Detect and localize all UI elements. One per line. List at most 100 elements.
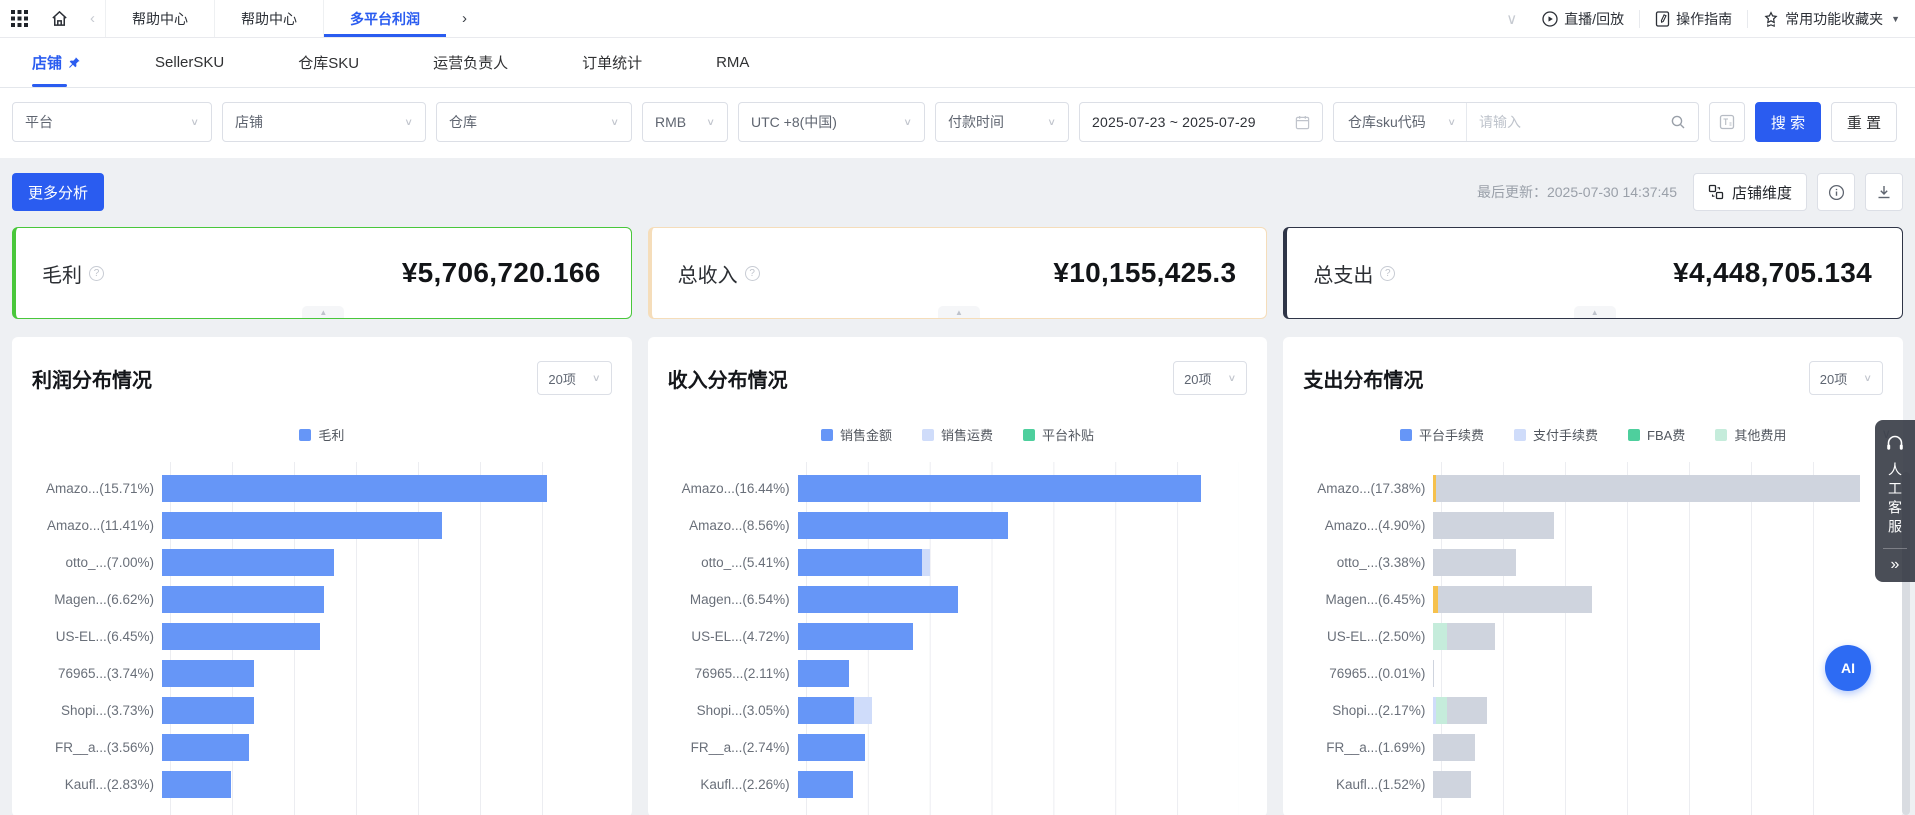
bar-row: Amazo...(16.44%) [668,470,1248,507]
bar-track [162,475,604,502]
legend-label: 销售金额 [840,425,892,444]
tab-forward-icon[interactable]: › [446,0,483,37]
legend-label: 销售运费 [941,425,993,444]
bar-row: Kaufl...(1.52%) [1303,766,1883,803]
operation-guide-button[interactable]: 操作指南 [1640,9,1747,29]
download-button[interactable] [1865,173,1903,211]
favorites-button[interactable]: 常用功能收藏夹 ▼ [1748,9,1915,29]
top-bar: ‹ 帮助中心 帮助中心 多平台利润 › ∨ 直播/回放 操作指南 常用功能收藏夹… [0,0,1915,38]
legend-label: FBA费 [1647,425,1685,444]
legend-item[interactable]: FBA费 [1628,425,1685,444]
bar-track [1433,586,1875,613]
collapse-arrow-icon[interactable]: ▲ [938,306,980,318]
search-button[interactable]: 搜 索 [1755,102,1821,142]
page-tab-active[interactable]: 多平台利润 [323,0,446,37]
tab-back-icon[interactable]: ‹ [80,0,105,37]
currency-select[interactable]: RMB∨ [642,102,728,142]
help-icon[interactable]: ? [1380,266,1395,281]
platform-select[interactable]: 平台∨ [12,102,212,142]
chevron-down-icon: ∨ [1047,116,1056,127]
operation-guide-label: 操作指南 [1676,9,1732,29]
download-icon [1876,184,1892,200]
reset-button[interactable]: 重 置 [1831,102,1897,142]
bar-segment [162,697,254,724]
help-icon[interactable]: ? [89,266,104,281]
last-update-text: 最后更新：2025-07-30 14:37:45 [1477,182,1677,202]
help-icon[interactable]: ? [745,266,760,281]
bar-segment [1436,475,1860,502]
bar-segment [1438,586,1592,613]
bar-track [1433,697,1875,724]
top-bar-left: ‹ [0,0,105,37]
collapse-arrow-icon[interactable]: ▲ [302,306,344,318]
sku-type-select[interactable]: 仓库sku代码 ∨ [1334,103,1466,141]
info-button[interactable] [1817,173,1855,211]
search-icon[interactable] [1670,114,1686,130]
bar-track [162,586,604,613]
collapse-arrow-icon[interactable]: ▲ [1574,306,1616,318]
calendar-icon [1295,115,1310,130]
page-tab-1[interactable]: 帮助中心 [105,0,214,37]
bar-segment [854,697,872,724]
metric-label-text: 毛利 [42,259,82,288]
items-count-select[interactable]: 20项∨ [537,361,611,395]
tab-rma[interactable]: RMA [716,38,749,87]
batch-input-button[interactable] [1709,102,1745,142]
legend-swatch-icon [1400,429,1412,441]
divider [1883,548,1907,549]
date-range-picker[interactable]: 2025-07-23 ~ 2025-07-29 [1079,102,1323,142]
tab-sellersku[interactable]: SellerSKU [155,38,224,87]
customer-service-widget[interactable]: 人工客服 » [1875,420,1915,582]
legend-item[interactable]: 销售金额 [821,425,892,444]
legend-item[interactable]: 其他费用 [1715,425,1786,444]
collapse-right-icon[interactable]: » [1891,551,1900,578]
guide-doc-icon [1655,11,1670,27]
bar-track [1433,660,1875,687]
legend-item[interactable]: 支付手续费 [1514,425,1598,444]
bar-row: Amazo...(17.38%) [1303,470,1883,507]
sku-search-input[interactable] [1479,114,1662,130]
legend-item[interactable]: 销售运费 [922,425,993,444]
batch-text-icon [1719,114,1735,130]
legend-label: 平台手续费 [1419,425,1484,444]
bar-segment [162,475,547,502]
bar-segment [798,771,853,798]
bar-label: Magen...(6.45%) [1303,592,1433,607]
apps-menu-button[interactable] [0,0,39,37]
bar-segment [798,549,922,576]
timezone-select[interactable]: UTC +8(中国)∨ [738,102,925,142]
bar-track [798,771,1240,798]
tab-order-stats[interactable]: 订单统计 [582,38,642,87]
tab-warehouse-sku[interactable]: 仓库SKU [298,38,359,87]
home-button[interactable] [39,0,80,37]
legend-item[interactable]: 平台补贴 [1023,425,1094,444]
bar-row: otto_...(5.41%) [668,544,1248,581]
pin-icon[interactable] [67,56,81,70]
items-count-select[interactable]: 20项∨ [1173,361,1247,395]
legend-label: 其他费用 [1734,425,1786,444]
bar-track [162,771,604,798]
tab-operator[interactable]: 运营负责人 [433,38,508,87]
bar-label: Amazo...(8.56%) [668,518,798,533]
more-analysis-button[interactable]: 更多分析 [12,173,104,211]
tab-shop[interactable]: 店铺 [32,38,81,87]
tab-label: 运营负责人 [433,52,508,73]
bar-segment [798,734,865,761]
live-playback-button[interactable]: 直播/回放 [1527,9,1639,29]
shop-select[interactable]: 店铺∨ [222,102,426,142]
legend-item[interactable]: 平台手续费 [1400,425,1484,444]
bar-row: otto_...(7.00%) [32,544,612,581]
page-tab-2[interactable]: 帮助中心 [214,0,323,37]
bar-row: Magen...(6.54%) [668,581,1248,618]
ai-assistant-button[interactable]: AI [1825,645,1871,691]
items-count-select[interactable]: 20项∨ [1809,361,1883,395]
legend-item[interactable]: 毛利 [299,425,344,444]
dimension-switch-button[interactable]: 店铺维度 [1693,173,1807,211]
legend-swatch-icon [1023,429,1035,441]
bar-segment [798,623,914,650]
collapse-toolbar-icon[interactable]: ∨ [1496,10,1527,28]
time-type-select[interactable]: 付款时间∨ [935,102,1069,142]
chart-rows: Amazo...(15.71%)Amazo...(11.41%)otto_...… [32,470,612,803]
metric-card-gross-profit: 毛利? ¥5,706,720.166 ▲ [12,227,632,319]
warehouse-select[interactable]: 仓库∨ [436,102,632,142]
